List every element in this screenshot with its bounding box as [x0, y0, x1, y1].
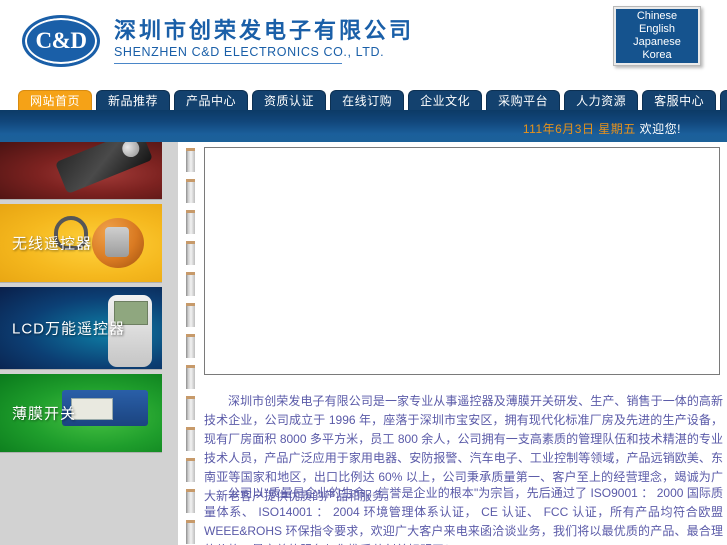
- sidebar: 无线遥控器 LCD万能遥控器 薄膜开关: [0, 142, 178, 545]
- divider-tick-icon: [186, 303, 195, 327]
- media-placeholder-box[interactable]: [204, 147, 720, 375]
- main-content: 深圳市创荣发电子有限公司是一家专业从事遥控器及薄膜开关研发、生产、销售于一体的高…: [200, 142, 727, 545]
- key-fob-icon: [92, 218, 144, 268]
- logo-badge-icon: C&D: [22, 15, 100, 67]
- company-name-cn: 深圳市创荣发电子有限公司: [114, 18, 415, 43]
- body-area: 无线遥控器 LCD万能遥控器 薄膜开关 深圳市创荣发电子有限公司是一家专业从事遥…: [0, 142, 727, 545]
- main-navigation: 网站首页 新品推荐 产品中心 资质认证 在线订购 企业文化 采购平台 人力资源 …: [0, 86, 727, 111]
- language-list: Chinese English Japanese Korea: [616, 9, 698, 63]
- nav-tab-culture[interactable]: 企业文化: [408, 90, 483, 111]
- divider-tick-icon: [186, 334, 195, 358]
- company-intro-paragraph-2: 公司以"质量是企业的生命，信誉是企业的根本"为宗旨，先后通过了 ISO9001 …: [204, 486, 723, 545]
- nav-tab-purchasing[interactable]: 采购平台: [486, 90, 561, 111]
- banner-welcome-text: 欢迎您!: [639, 122, 681, 136]
- page-root: C&D 深圳市创荣发电子有限公司 SHENZHEN C&D ELECTRONIC…: [0, 0, 727, 545]
- nav-tab-contact[interactable]: 联系我们: [720, 90, 727, 111]
- nav-tab-service-center[interactable]: 客服中心: [642, 90, 717, 111]
- divider-tick-icon: [186, 241, 195, 265]
- divider-tick-icon: [186, 179, 195, 203]
- sidebar-card-caption-4: 薄膜开关: [12, 405, 77, 423]
- divider-tick-icon: [186, 396, 195, 420]
- divider-tick-icon: [186, 272, 195, 296]
- nav-tab-hr[interactable]: 人力资源: [564, 90, 639, 111]
- divider-tick-icon: [186, 148, 195, 172]
- sidebar-item-remote-control[interactable]: [0, 142, 162, 200]
- site-header: C&D 深圳市创荣发电子有限公司 SHENZHEN C&D ELECTRONIC…: [0, 0, 727, 85]
- divider-tick-icon: [186, 489, 195, 513]
- banner-date-line: 111年6月3日 星期五 欢迎您!: [523, 120, 681, 137]
- banner-strip: 111年6月3日 星期五 欢迎您!: [0, 110, 727, 142]
- language-option-english[interactable]: English: [639, 23, 675, 36]
- language-selector[interactable]: Chinese English Japanese Korea: [613, 6, 701, 66]
- nav-tab-online-order[interactable]: 在线订购: [330, 90, 405, 111]
- language-option-korea[interactable]: Korea: [642, 49, 671, 62]
- logo-mark-text: C&D: [35, 28, 87, 53]
- nav-tab-product-center[interactable]: 产品中心: [174, 90, 249, 111]
- divider-tick-icon: [186, 427, 195, 451]
- divider-tick-icon: [186, 458, 195, 482]
- sidebar-item-membrane-switch[interactable]: 薄膜开关: [0, 374, 162, 453]
- sidebar-item-lcd-universal-remote[interactable]: LCD万能遥控器: [0, 287, 162, 370]
- company-name-en: SHENZHEN C&D ELECTRONICS CO., LTD.: [114, 44, 384, 64]
- banner-date-text: 111年6月3日 星期五: [522, 122, 636, 136]
- language-option-chinese[interactable]: Chinese: [637, 10, 677, 23]
- nav-tab-new-products[interactable]: 新品推荐: [96, 90, 171, 111]
- nav-tab-home[interactable]: 网站首页: [18, 90, 93, 111]
- divider-tick-icon: [186, 520, 195, 544]
- divider-tick-icon: [186, 210, 195, 234]
- remote-control-icon: [54, 142, 154, 194]
- sidebar-card-caption-3: LCD万能遥控器: [12, 320, 126, 338]
- column-divider-graphic: [178, 142, 200, 545]
- nav-tab-certification[interactable]: 资质认证: [252, 90, 327, 111]
- language-option-japanese[interactable]: Japanese: [633, 36, 681, 49]
- sidebar-item-wireless-remote[interactable]: 无线遥控器: [0, 204, 162, 283]
- sidebar-card-caption-2: 无线遥控器: [12, 235, 93, 253]
- logo-text-block: 深圳市创荣发电子有限公司 SHENZHEN C&D ELECTRONICS CO…: [114, 18, 414, 64]
- site-logo[interactable]: C&D 深圳市创荣发电子有限公司 SHENZHEN C&D ELECTRONIC…: [22, 15, 414, 67]
- divider-tick-icon: [186, 365, 195, 389]
